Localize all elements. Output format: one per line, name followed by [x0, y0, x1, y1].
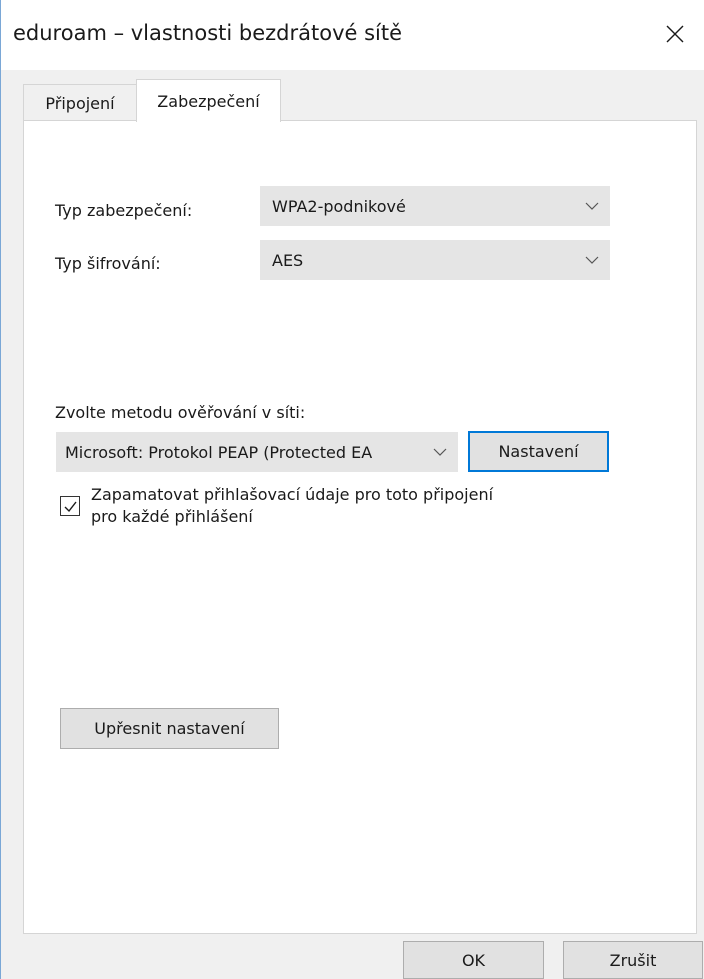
- advanced-settings-button[interactable]: Upřesnit nastavení: [60, 708, 279, 749]
- encryption-type-label: Typ šifrování:: [55, 254, 161, 273]
- tab-security[interactable]: Zabezpečení: [136, 79, 281, 122]
- security-type-label: Typ zabezpečení:: [55, 201, 193, 220]
- remember-credentials-line2: pro každé přihlášení: [91, 507, 253, 526]
- chevron-down-icon: [585, 256, 599, 264]
- remember-credentials-checkbox[interactable]: [60, 496, 80, 516]
- close-icon: [666, 25, 684, 43]
- window-title: eduroam – vlastnosti bezdrátové sítě: [13, 21, 403, 45]
- security-type-value: WPA2-podnikové: [272, 196, 406, 216]
- chevron-down-icon: [585, 202, 599, 210]
- close-button[interactable]: [655, 14, 695, 54]
- tab-panel-security: Typ zabezpečení: WPA2-podnikové Typ šifr…: [23, 120, 697, 934]
- dialog-window: eduroam – vlastnosti bezdrátové sítě Při…: [0, 0, 704, 979]
- auth-method-value: Microsoft: Protokol PEAP (Protected EA: [65, 442, 373, 462]
- ok-button[interactable]: OK: [403, 941, 544, 979]
- remember-credentials-line1: Zapamatovat přihlašovací údaje pro toto …: [91, 485, 494, 504]
- settings-button[interactable]: Nastavení: [468, 431, 609, 472]
- encryption-type-select[interactable]: AES: [260, 240, 610, 280]
- title-bar: eduroam – vlastnosti bezdrátové sítě: [1, 0, 704, 70]
- cancel-button[interactable]: Zrušit: [563, 941, 703, 979]
- checkmark-icon: [64, 501, 77, 513]
- encryption-type-value: AES: [272, 250, 304, 270]
- auth-method-label: Zvolte metodu ověřování v síti:: [55, 403, 306, 422]
- chevron-down-icon: [433, 448, 447, 456]
- security-type-select[interactable]: WPA2-podnikové: [260, 186, 610, 226]
- remember-credentials-label[interactable]: Zapamatovat přihlašovací údaje pro toto …: [91, 484, 493, 528]
- auth-method-select[interactable]: Microsoft: Protokol PEAP (Protected EA: [56, 432, 458, 472]
- tab-connection[interactable]: Připojení: [23, 84, 137, 121]
